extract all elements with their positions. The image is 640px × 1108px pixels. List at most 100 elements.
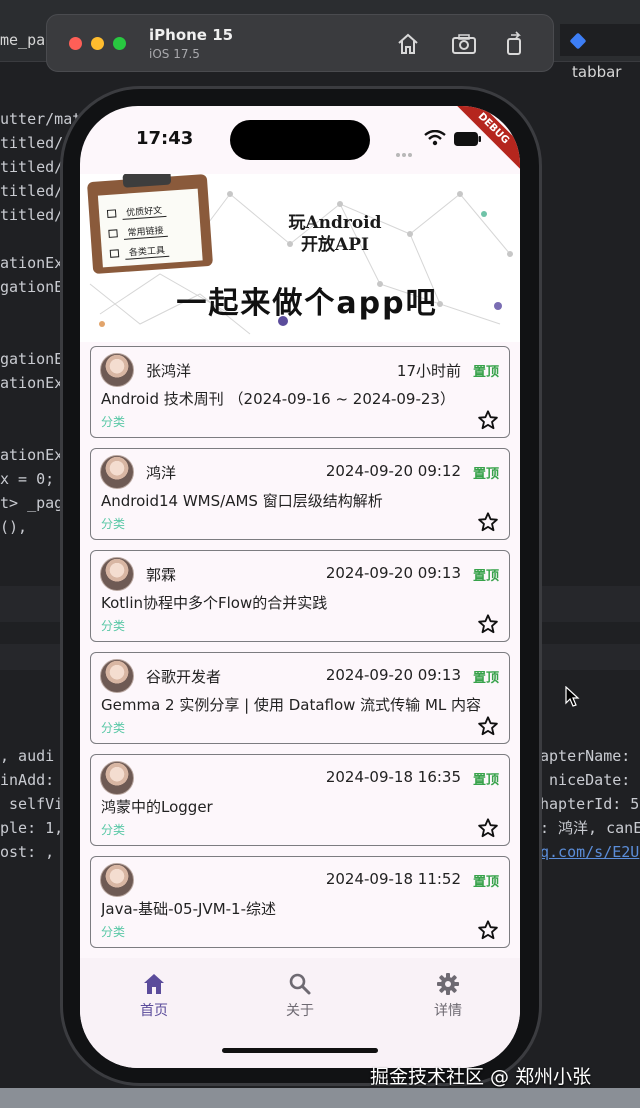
- clipboard-item: 常用链接: [108, 222, 168, 241]
- clipboard-item: 各类工具: [109, 242, 170, 261]
- article-category[interactable]: 分类: [101, 719, 125, 736]
- pinned-tag: 置顶: [472, 365, 499, 380]
- avatar: [100, 353, 134, 387]
- avatar: [100, 761, 134, 795]
- article-category[interactable]: 分类: [101, 515, 125, 532]
- code-line: titled/: [0, 206, 64, 224]
- star-icon[interactable]: [477, 919, 499, 941]
- banner-carousel[interactable]: 优质好文 常用链接 各类工具 玩Android 开放API 一起来做个app吧: [80, 174, 520, 342]
- home-icon[interactable]: [393, 29, 423, 59]
- simulator-os-version: iOS 17.5: [149, 47, 200, 61]
- article-author: 鸿洋: [146, 464, 177, 482]
- code-line: ple: 1,: [0, 819, 64, 837]
- article-author: 张鸿洋: [146, 362, 192, 380]
- code-line: hapterId: 5: [540, 795, 640, 813]
- screenshot-icon[interactable]: [449, 29, 479, 59]
- star-icon[interactable]: [477, 409, 499, 431]
- code-line: gationE: [0, 350, 64, 368]
- clipboard-clip: [122, 174, 172, 188]
- nav-item-about[interactable]: 关于: [260, 972, 340, 1020]
- code-line: x = 0;: [0, 470, 55, 488]
- article-date: 2024-09-20 09:12: [325, 462, 461, 480]
- article-author: 谷歌开发者: [146, 668, 222, 686]
- code-line: ationEx: [0, 374, 64, 392]
- code-line: gationE: [0, 278, 64, 296]
- pinned-tag: 置顶: [472, 875, 499, 890]
- article-card[interactable]: 谷歌开发者 2024-09-20 09:13 置顶 Gemma 2 实例分享 | 使用…: [90, 652, 510, 744]
- banner-title-line: 玩Android: [288, 213, 382, 233]
- gear-icon: [437, 973, 459, 995]
- clipboard-item: 优质好文: [106, 202, 167, 221]
- home-indicator[interactable]: [222, 1048, 378, 1053]
- article-date: 17小时前: [396, 362, 461, 380]
- article-title[interactable]: Android14 WMS/AMS 窗口层级结构解析: [101, 490, 501, 511]
- ide-right-file-tab[interactable]: tabbar: [560, 24, 640, 81]
- article-title[interactable]: Java-基础-05-JVM-1-综述: [101, 898, 501, 919]
- code-line: : 鸿洋, canE: [540, 819, 640, 837]
- mouse-cursor-icon: [565, 686, 580, 707]
- wifi-icon: [424, 130, 446, 146]
- star-icon[interactable]: [477, 511, 499, 533]
- phone-screen: 17:43 DEBUG 优质好文 常用链接 各类工具 玩Android 开放AP…: [80, 106, 520, 1068]
- clipboard-paper: 优质好文 常用链接 各类工具: [97, 188, 203, 268]
- signal-icon: [396, 142, 418, 157]
- article-category[interactable]: 分类: [101, 617, 125, 634]
- battery-icon: [454, 132, 481, 146]
- code-line: ost: ,: [0, 843, 55, 861]
- code-line: titled/: [0, 182, 64, 200]
- article-card[interactable]: 2024-09-18 11:52 置顶 Java-基础-05-JVM-1-综述分类: [90, 856, 510, 948]
- article-date: 2024-09-20 09:13: [325, 564, 461, 582]
- star-icon[interactable]: [477, 715, 499, 737]
- dart-file-icon: [569, 32, 587, 49]
- article-category[interactable]: 分类: [101, 923, 125, 940]
- pinned-tag: 置顶: [472, 773, 499, 788]
- article-card[interactable]: 2024-09-18 16:35 置顶鸿蒙中的Logger 分类: [90, 754, 510, 846]
- checkbox-icon: [109, 249, 120, 258]
- code-line: inAdd:: [0, 771, 55, 789]
- pinned-tag: 置顶: [472, 467, 499, 482]
- code-line: titled/: [0, 158, 64, 176]
- banner-title-line: 开放API: [301, 235, 369, 255]
- simulator-title-bar: iPhone 15 iOS 17.5: [46, 14, 554, 72]
- carousel-indicator[interactable]: [278, 316, 288, 326]
- article-title[interactable]: 鸿蒙中的Logger: [101, 796, 501, 817]
- star-icon[interactable]: [477, 817, 499, 839]
- close-window-button[interactable]: [69, 37, 82, 50]
- article-author: 郭霖: [146, 566, 177, 584]
- article-date: 2024-09-18 11:52: [325, 870, 461, 888]
- nav-label-about: 关于: [286, 1003, 314, 1019]
- article-category[interactable]: 分类: [101, 413, 125, 430]
- ide-right-tab-label: tabbar: [572, 63, 622, 81]
- article-title[interactable]: Kotlin协程中多个Flow的合并实践: [101, 592, 501, 613]
- code-line: niceDate:: [540, 771, 631, 789]
- article-category[interactable]: 分类: [101, 821, 125, 838]
- checkbox-icon: [108, 229, 118, 238]
- rotate-icon[interactable]: [499, 29, 529, 59]
- article-card[interactable]: 张鸿洋 17小时前 置顶 Android 技术周刊 （2024-09-16 ~ 202…: [90, 346, 510, 438]
- article-date: 2024-09-18 16:35: [325, 768, 461, 786]
- article-title[interactable]: Android 技术周刊 （2024-09-16 ~ 2024-09-23）: [101, 388, 501, 409]
- search-icon: [289, 973, 311, 995]
- pinned-tag: 置顶: [472, 569, 499, 584]
- code-line: ationEx: [0, 446, 64, 464]
- banner-title: 玩Android 开放API: [260, 212, 410, 256]
- article-title[interactable]: Gemma 2 实例分享 | 使用 Dataflow 流式传输 ML 内容: [101, 694, 501, 715]
- article-date: 2024-09-20 09:13: [325, 666, 461, 684]
- code-line: selfVi: [0, 795, 64, 813]
- star-icon[interactable]: [477, 613, 499, 635]
- code-line: q.com/s/E2U: [540, 843, 640, 861]
- nav-item-detail[interactable]: 详情: [408, 972, 488, 1020]
- status-time: 17:43: [136, 128, 194, 149]
- article-card[interactable]: 鸿洋 2024-09-20 09:12 置顶 Android14 WMS/AMS 窗口…: [90, 448, 510, 540]
- code-line: , audi: [0, 747, 55, 765]
- home-icon: [144, 974, 164, 994]
- clipboard-illustration: 优质好文 常用链接 各类工具: [86, 174, 214, 275]
- zoom-window-button[interactable]: [113, 37, 126, 50]
- pinned-tag: 置顶: [472, 671, 499, 686]
- avatar: [100, 455, 134, 489]
- nav-item-home[interactable]: 首页: [114, 972, 194, 1020]
- article-card[interactable]: 郭霖 2024-09-20 09:13 置顶 Kotlin协程中多个Flow的合并实践…: [90, 550, 510, 642]
- minimize-window-button[interactable]: [91, 37, 104, 50]
- code-line: t> _pag: [0, 494, 64, 512]
- checkbox-icon: [106, 209, 117, 218]
